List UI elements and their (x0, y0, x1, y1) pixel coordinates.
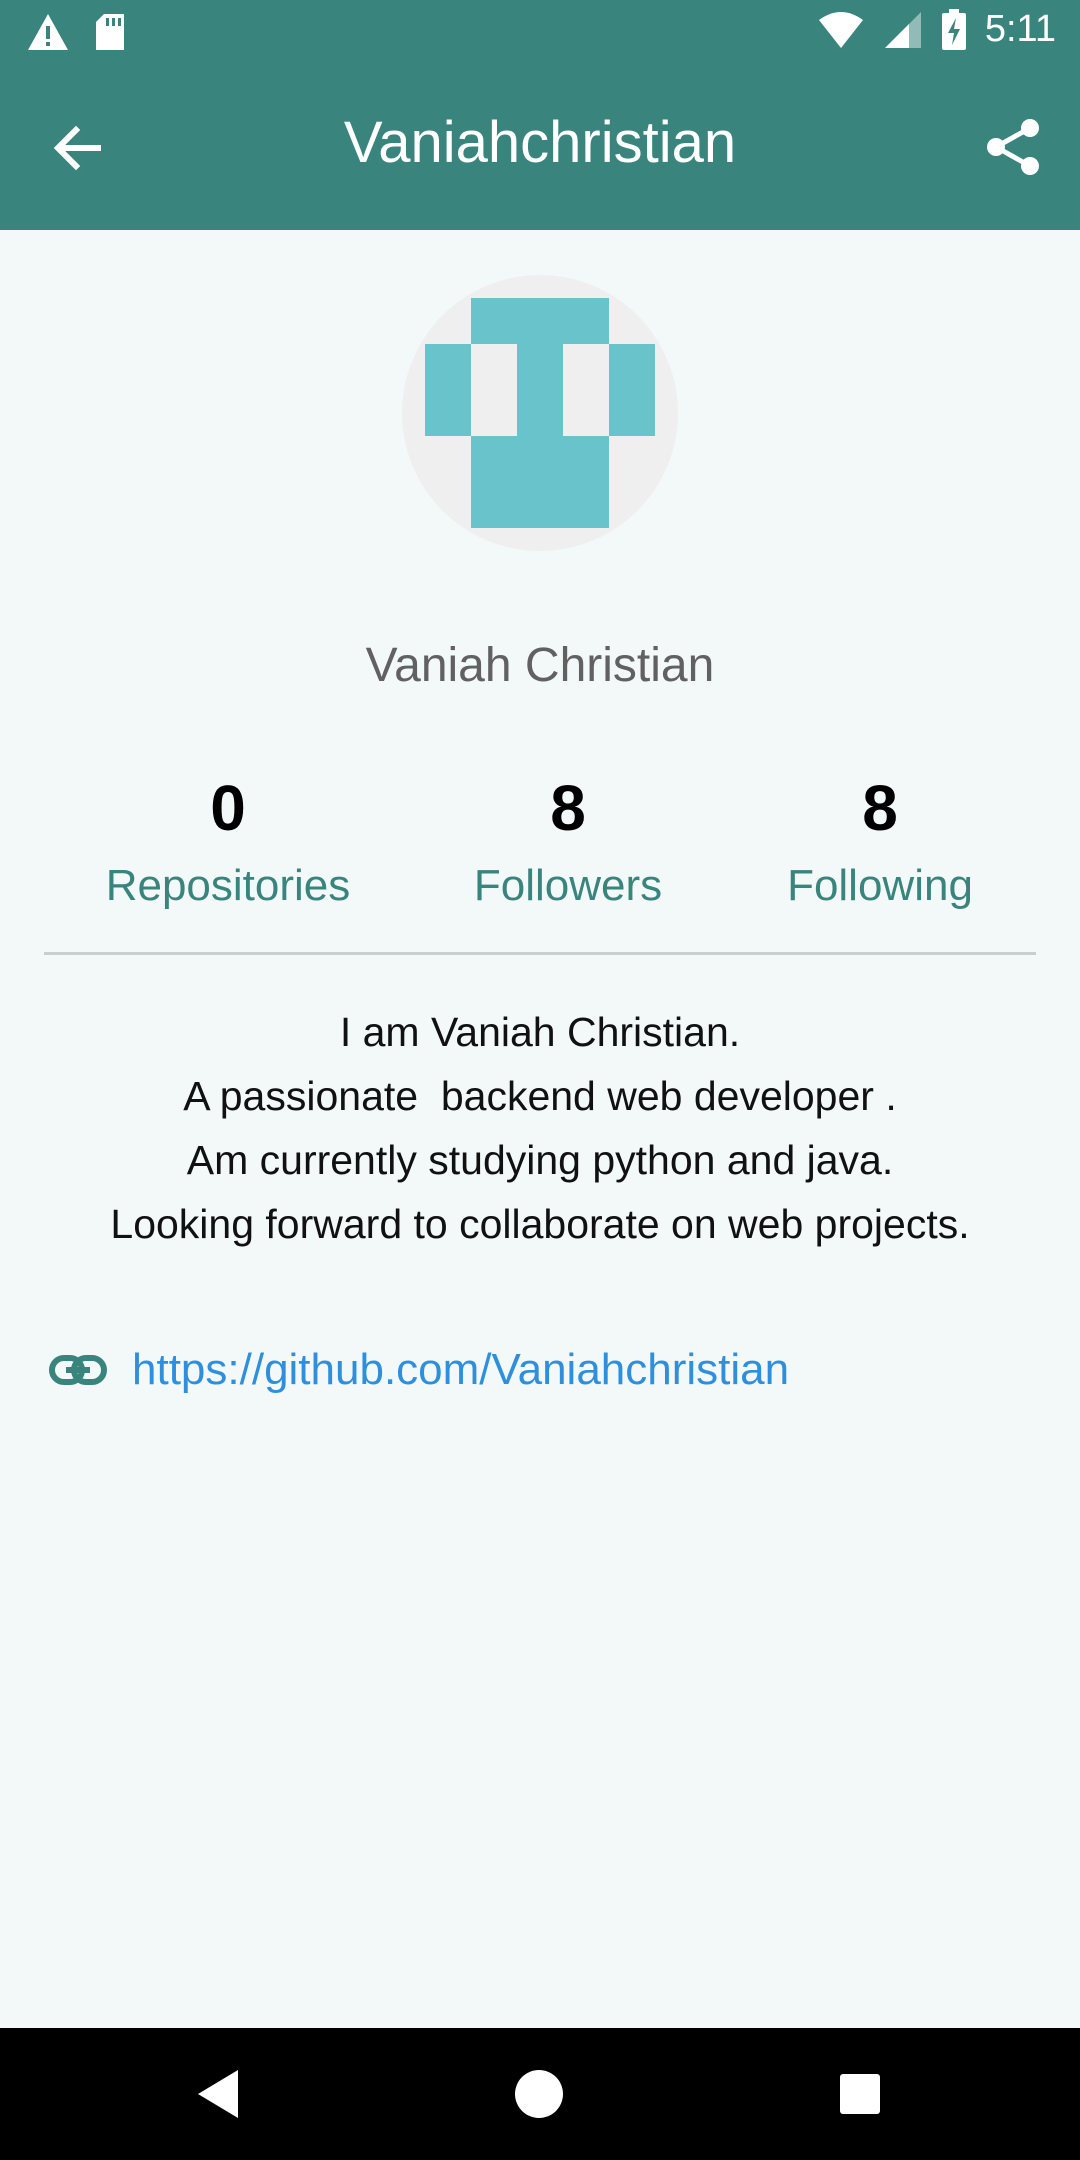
profile-link-row[interactable]: https://github.com/Vaniahchristian (48, 1340, 789, 1400)
stat-value: 8 (550, 772, 586, 844)
avatar (402, 275, 678, 551)
app-bar: Vaniahchristian (0, 66, 1080, 230)
home-circle-icon[interactable] (509, 2064, 569, 2124)
battery-charging-icon (941, 8, 966, 50)
stat-repositories[interactable]: 0 Repositories (58, 770, 398, 914)
wifi-icon (818, 11, 863, 48)
user-full-name: Vaniah Christian (365, 639, 715, 692)
recents-square-icon[interactable] (830, 2064, 890, 2124)
identicon-pattern (425, 298, 655, 528)
signal-icon (884, 11, 921, 48)
status-time: 5:11 (984, 8, 1056, 50)
stat-value: 0 (210, 772, 246, 844)
back-triangle-icon[interactable] (190, 2064, 250, 2124)
divider (44, 952, 1036, 955)
stat-value: 8 (862, 772, 898, 844)
user-bio: I am Vaniah Christian. A passionate back… (0, 1000, 1080, 1256)
bio-line: Am currently studying python and java. (186, 1137, 894, 1183)
stat-label: Following (787, 861, 973, 910)
status-bar: 5:11 (0, 0, 1080, 66)
stat-following[interactable]: 8 Following (710, 770, 1050, 914)
stat-followers[interactable]: 8 Followers (398, 770, 738, 914)
bio-line: Looking forward to collaborate on web pr… (110, 1201, 970, 1247)
warning-icon (28, 14, 68, 50)
bio-line: A passionate backend web developer . (183, 1073, 897, 1119)
link-icon (49, 1355, 107, 1385)
stat-label: Followers (473, 861, 663, 910)
sd-card-icon (96, 14, 124, 50)
navigation-bar (0, 2028, 1080, 2160)
page-title: Vaniahchristian (343, 110, 737, 175)
share-icon[interactable] (982, 116, 1044, 178)
bio-line: I am Vaniah Christian. (339, 1009, 741, 1055)
stat-label: Repositories (105, 861, 351, 910)
profile-link[interactable]: https://github.com/Vaniahchristian (132, 1340, 789, 1400)
